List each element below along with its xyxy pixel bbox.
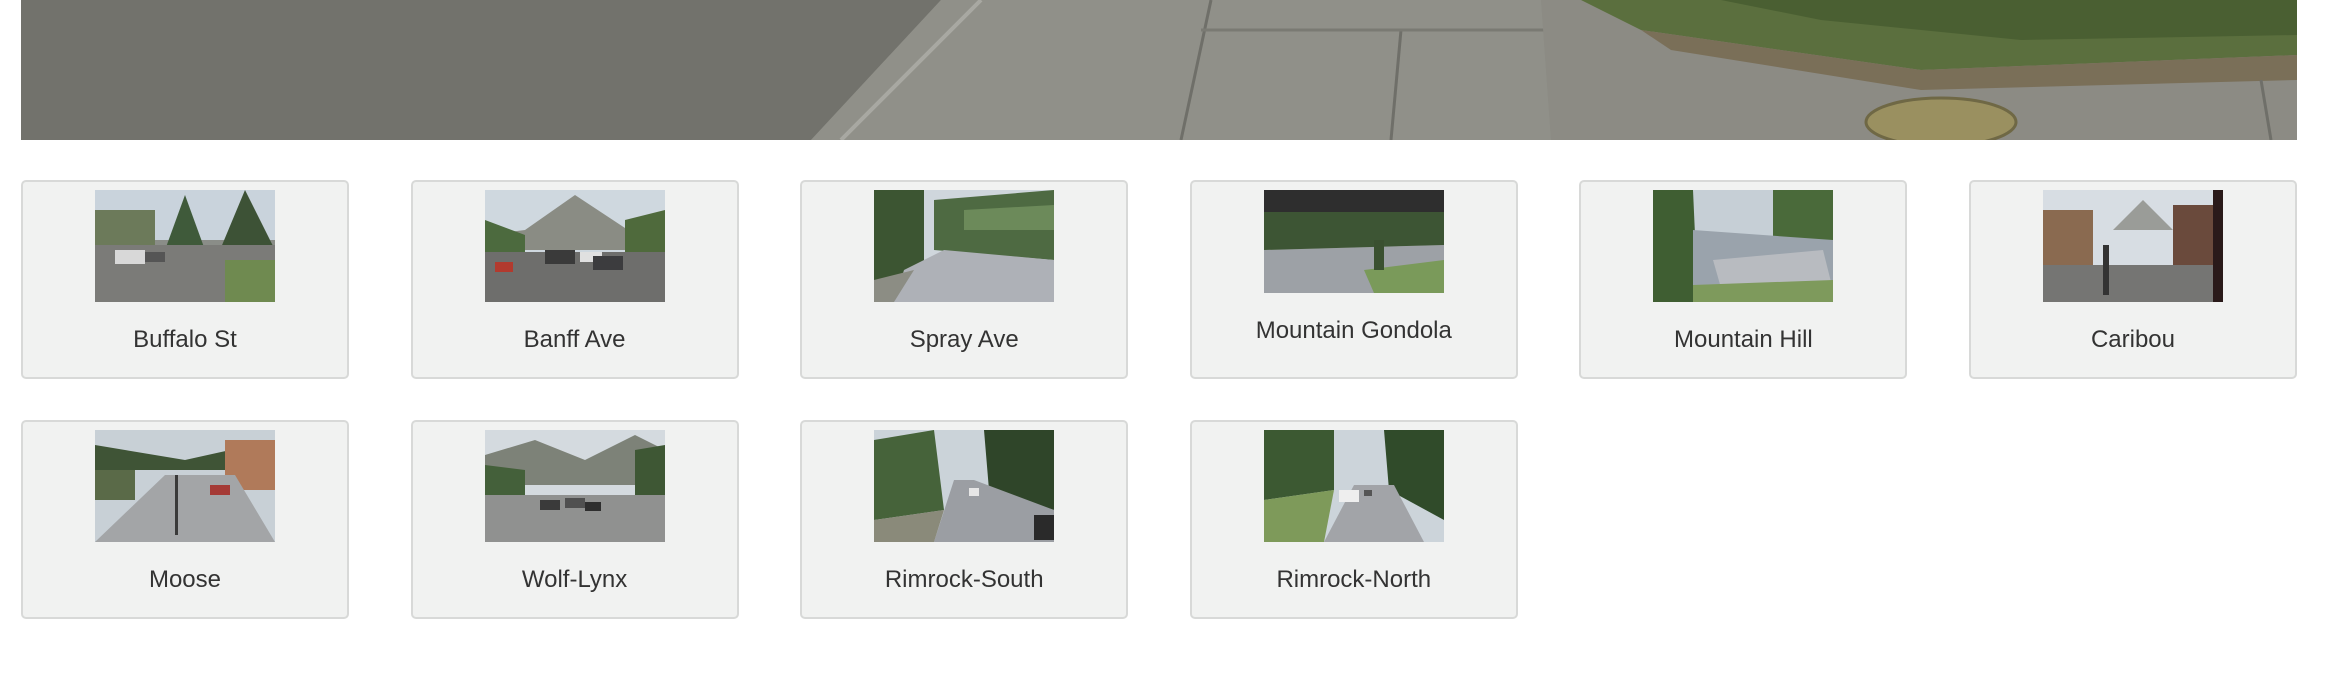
camera-label: Caribou	[2090, 326, 2175, 353]
camera-thumbnail[interactable]	[484, 430, 665, 542]
camera-label: Mountain Gondola	[1255, 317, 1452, 344]
camera-thumbnail[interactable]	[874, 430, 1055, 542]
main-camera-image	[21, 0, 2297, 140]
camera-label: Banff Ave	[523, 326, 626, 353]
camera-label: Buffalo St	[133, 326, 237, 353]
camera-thumbnail[interactable]	[874, 190, 1055, 302]
camera-card-buffalo-st[interactable]: Buffalo St	[21, 180, 349, 379]
camera-card-rimrock-south[interactable]: Rimrock-South	[800, 420, 1129, 619]
camera-label: Wolf-Lynx	[521, 566, 628, 593]
camera-label: Rimrock-North	[1276, 566, 1432, 593]
camera-thumbnail[interactable]	[95, 430, 275, 542]
camera-page: Buffalo St Banff Ave Spray Ave Mountain …	[0, 0, 2326, 681]
camera-label: Rimrock-South	[884, 566, 1044, 593]
camera-thumbnail[interactable]	[484, 190, 665, 302]
camera-thumbnail[interactable]	[2042, 190, 2223, 302]
camera-label: Moose	[148, 566, 222, 593]
camera-card-spray-ave[interactable]: Spray Ave	[800, 180, 1129, 379]
camera-label: Mountain Hill	[1674, 326, 1813, 353]
camera-card-moose[interactable]: Moose	[21, 420, 349, 619]
camera-grid: Buffalo St Banff Ave Spray Ave Mountain …	[21, 180, 2297, 619]
camera-thumbnail[interactable]	[95, 190, 275, 302]
camera-card-banff-ave[interactable]: Banff Ave	[410, 180, 739, 379]
camera-card-wolf-lynx[interactable]: Wolf-Lynx	[410, 420, 739, 619]
camera-thumbnail[interactable]	[1263, 190, 1444, 293]
camera-card-caribou[interactable]: Caribou	[1968, 180, 2297, 379]
camera-card-rimrock-north[interactable]: Rimrock-North	[1189, 420, 1518, 619]
camera-label: Spray Ave	[909, 326, 1019, 353]
camera-thumbnail[interactable]	[1263, 430, 1444, 542]
camera-card-mountain-gondola[interactable]: Mountain Gondola	[1189, 180, 1518, 379]
camera-card-mountain-hill[interactable]: Mountain Hill	[1579, 180, 1908, 379]
camera-thumbnail[interactable]	[1653, 190, 1834, 302]
